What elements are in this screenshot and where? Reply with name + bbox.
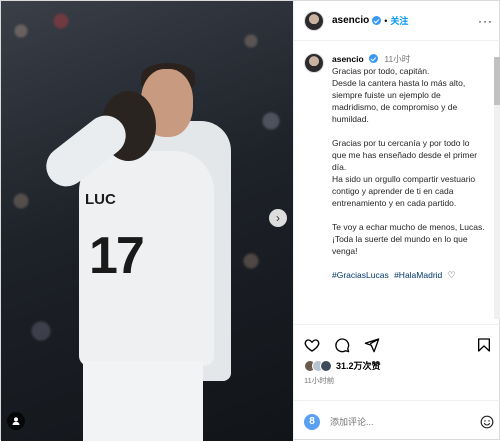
liker-avatars[interactable]	[304, 359, 332, 372]
caption-text: asencio 11小时 Gracias por todo, capitán. …	[332, 53, 486, 281]
hashtag-link[interactable]: #HalaMadrid	[394, 270, 442, 280]
save-icon[interactable]	[476, 337, 492, 353]
post-actions: 31.2万次赞 11小时前 8	[294, 324, 500, 441]
more-options-icon[interactable]: ···	[478, 14, 493, 28]
caption-paragraph: Gracias por todo, capitán. Desde la cant…	[332, 66, 466, 124]
verified-badge-icon	[372, 16, 382, 25]
caption-hashtags: #GraciasLucas #HalaMadrid ♡	[332, 269, 486, 281]
likes-count[interactable]: 31.2万次赞	[336, 359, 381, 372]
caption-username[interactable]: asencio	[332, 54, 364, 64]
player-shorts	[83, 361, 203, 441]
comment-icon[interactable]	[334, 337, 350, 353]
comment-input[interactable]	[330, 416, 450, 427]
caption-area: asencio 11小时 Gracias por todo, capitán. …	[294, 41, 494, 324]
jersey-name: LUC	[85, 191, 116, 208]
post-panel: asencio • 关注 ··· asencio 11小时 Gracias po…	[293, 1, 500, 441]
scrollbar-thumb[interactable]	[494, 57, 500, 105]
post-timestamp: 11小时前	[304, 376, 335, 385]
verified-badge-icon	[369, 54, 379, 63]
likes-row: 31.2万次赞	[294, 355, 500, 372]
comment-bar: 8	[294, 400, 500, 442]
post-image[interactable]: LUC 17 ›	[1, 1, 293, 441]
follow-button[interactable]: 关注	[390, 14, 408, 27]
share-icon[interactable]	[364, 337, 380, 353]
jersey-number: 17	[89, 227, 145, 285]
post-header: asencio • 关注 ···	[294, 1, 500, 41]
caption-paragraph: Gracias por tu cercanía y por todo lo qu…	[332, 138, 478, 208]
caption-avatar[interactable]	[304, 53, 324, 73]
hashtag-link[interactable]: #GraciasLucas	[332, 270, 389, 280]
caption-paragraph: Te voy a echar mucho de menos, Lucas. ¡T…	[332, 222, 485, 256]
caption-scrollbar[interactable]	[494, 57, 500, 319]
action-icons	[294, 325, 500, 355]
author-avatar[interactable]	[304, 10, 324, 31]
emoji-icon[interactable]	[480, 415, 494, 429]
caption-time: 11小时	[384, 54, 411, 64]
post-dialog: LUC 17 › asencio • 关注 ··· asencio 11小时 G…	[0, 0, 500, 441]
liker-avatar	[320, 359, 332, 372]
caption-comment: asencio 11小时 Gracias por todo, capitán. …	[304, 53, 486, 281]
next-arrow-icon[interactable]: ›	[269, 209, 287, 227]
header-separator: •	[384, 15, 388, 26]
like-heart-icon[interactable]	[304, 337, 320, 353]
author-username[interactable]: asencio	[332, 15, 369, 26]
caption-like-heart-icon[interactable]: ♡	[448, 269, 456, 281]
viewer-avatar: 8	[304, 413, 320, 430]
user-tag-icon[interactable]	[7, 412, 25, 430]
